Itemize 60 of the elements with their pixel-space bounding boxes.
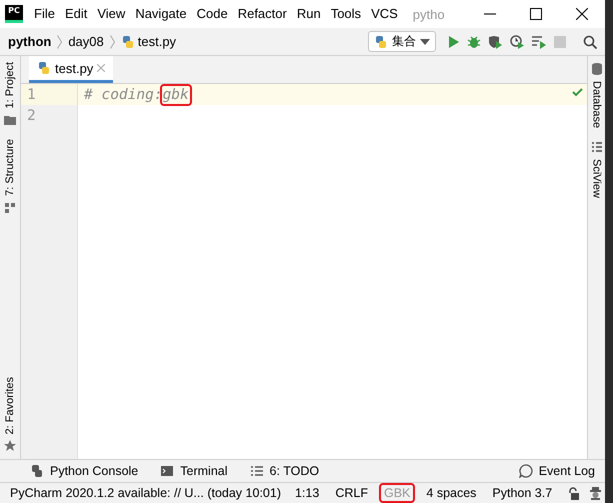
list-icon [250,464,264,478]
tool-window-button[interactable]: 6: TODO [250,464,320,478]
python-icon [30,464,44,478]
chevron-icon [57,34,62,48]
app-logo: PC [5,5,23,23]
python-file-icon [37,61,51,75]
python-file-icon [120,34,135,48]
breadcrumb[interactable]: test.py [138,34,176,49]
breadcrumb[interactable]: python [8,34,52,49]
status-item[interactable]: 1:13 [292,486,322,500]
folder-icon [3,113,17,128]
terminal-icon [160,464,174,478]
caret-icon [420,38,430,44]
menu-item[interactable]: Edit [60,4,92,24]
python-file-icon [374,34,388,48]
code-comment: gbk [162,86,189,102]
menu-item[interactable]: Code [192,4,233,24]
inspector-icon[interactable] [589,486,602,500]
checkmark-icon [572,88,583,97]
shield-run-icon[interactable] [488,34,503,48]
tool-window-button[interactable]: 1: Project [0,56,20,134]
menu-item[interactable]: Navigate [130,4,192,24]
star-icon [3,439,17,453]
event-log-button[interactable]: Event Log [518,464,595,478]
status-item[interactable]: Python 3.7 [490,486,554,500]
code-comment: # coding: [84,86,163,102]
tool-window-button[interactable]: Terminal [160,464,228,478]
bug-icon[interactable] [467,34,481,48]
list-run-icon[interactable] [532,34,547,48]
line-number: 1 [27,86,36,102]
database-icon [590,62,604,76]
editor-tab[interactable]: test.py [29,56,114,83]
menu-item[interactable]: Tools [326,4,366,24]
tool-window-button[interactable]: 7: Structure [0,133,20,222]
run-config-dropdown[interactable]: 集合 [368,31,436,52]
structure-icon [3,201,17,216]
clock-run-icon[interactable] [510,34,525,48]
lock-icon[interactable] [568,486,580,500]
search-icon[interactable] [583,34,597,48]
menu-item[interactable]: Run [292,4,326,24]
menu-item[interactable]: Refactor [232,4,292,24]
chevron-icon [110,34,115,48]
maximize-icon[interactable] [530,8,542,20]
tool-window-button[interactable]: SciView [588,134,605,204]
grid-icon [590,140,604,154]
breadcrumb[interactable]: day08 [68,34,104,49]
status-item[interactable]: CRLF [333,486,370,500]
run-icon[interactable] [448,34,460,48]
status-item[interactable]: 4 spaces [424,486,478,500]
tool-window-button[interactable]: Database [588,56,605,134]
line-number: 2 [27,108,36,124]
window-title: pytho [412,6,445,22]
close-icon[interactable] [576,8,588,20]
speech-bubble-icon [518,464,533,478]
status-message[interactable]: PyCharm 2020.1.2 available: // U... (today 10:01) [10,486,281,500]
tool-window-button[interactable]: Python Console [30,464,138,478]
menu-item[interactable]: VCS [366,4,403,24]
menu-item[interactable]: View [92,4,130,24]
menu-item[interactable]: File [29,4,60,24]
tool-window-button[interactable]: 2: Favorites [0,370,20,459]
